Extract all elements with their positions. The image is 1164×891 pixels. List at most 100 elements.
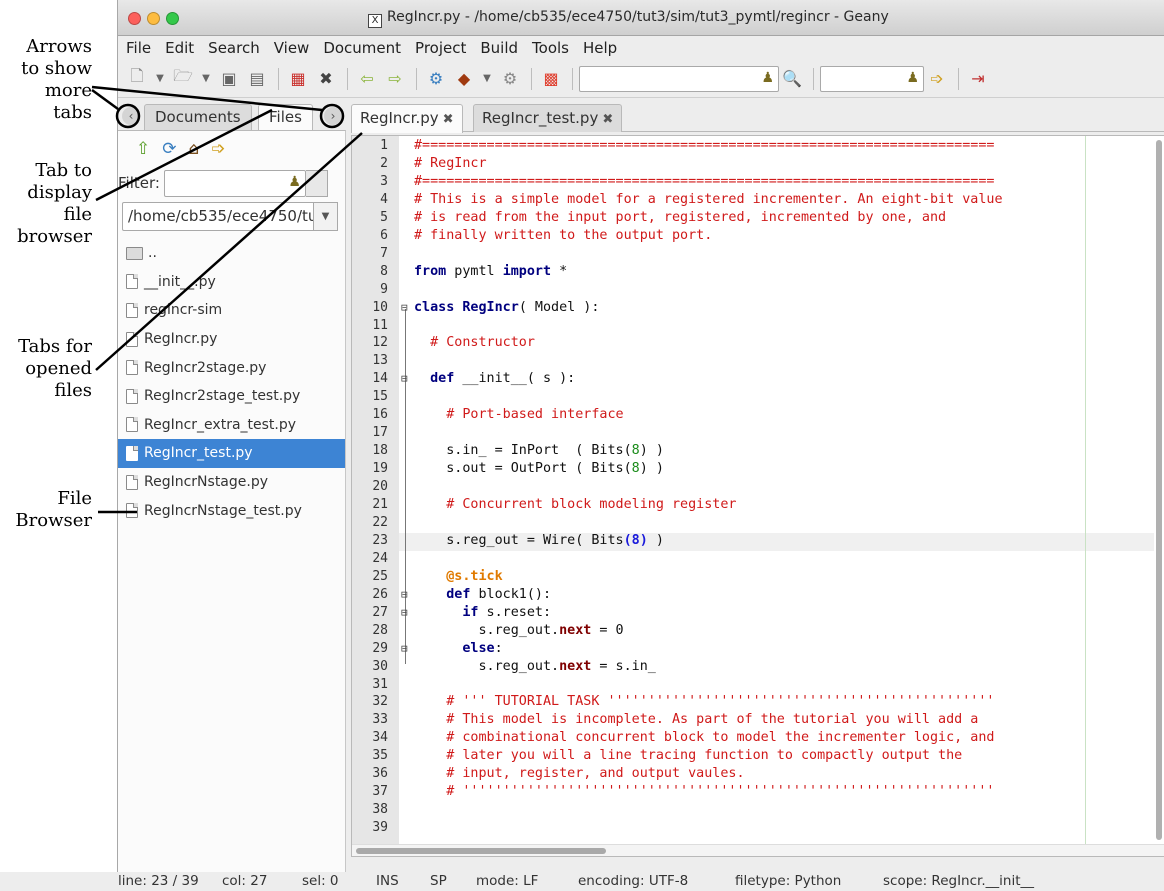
chevron-down-icon[interactable]: ▼: [479, 66, 495, 92]
menu-edit[interactable]: Edit: [165, 39, 194, 57]
menu-bar: File Edit Search View Document Project B…: [118, 36, 1164, 60]
goto-line-icon[interactable]: ➩: [924, 66, 950, 92]
chevron-down-icon[interactable]: ▼: [152, 66, 168, 92]
revert-icon[interactable]: ▦: [285, 66, 311, 92]
execute-icon[interactable]: ⚙: [497, 66, 523, 92]
toolbar-separator: [416, 67, 417, 90]
line-number: 23: [372, 532, 388, 548]
line-number: 31: [372, 676, 388, 692]
annotation-line: Browser: [15, 510, 92, 531]
path-combo[interactable]: /home/cb535/ece4750/tut3/sim/tut3_pymtl/…: [122, 201, 314, 231]
file-icon: [126, 474, 138, 490]
horizontal-scrollbar[interactable]: [352, 844, 1164, 856]
chevron-down-icon[interactable]: ▼: [198, 66, 214, 92]
status-mode: mode: LF: [476, 873, 539, 889]
home-icon[interactable]: ⌂: [189, 139, 200, 159]
file-list-item[interactable]: RegIncr2stage.py: [118, 353, 345, 382]
file-list-item[interactable]: RegIncr2stage_test.py: [118, 382, 345, 411]
save-icon[interactable]: ▣: [216, 66, 242, 92]
file-list-item[interactable]: RegIncr_extra_test.py: [118, 411, 345, 440]
annotation-line: display: [27, 182, 92, 203]
code-line: if s.reset:: [462, 604, 552, 620]
sidebar-tabs: ‹ Documents Files ›: [118, 100, 346, 130]
file-list-item[interactable]: RegIncrNstage_test.py: [118, 496, 345, 525]
go-up-icon[interactable]: ⇧: [136, 139, 150, 159]
navigate-forward-icon[interactable]: ⇨: [382, 66, 408, 92]
line-number: 25: [372, 568, 388, 584]
fold-toggle-icon[interactable]: ⊟: [401, 371, 411, 386]
filter-button[interactable]: [305, 169, 328, 197]
file-list-item[interactable]: ..: [118, 239, 345, 268]
line-number: 12: [372, 335, 388, 351]
vertical-scrollbar[interactable]: [1154, 136, 1164, 856]
file-list-item[interactable]: __init__.py: [118, 268, 345, 297]
set-path-icon[interactable]: ➩: [211, 139, 225, 159]
save-all-icon[interactable]: ▤: [244, 66, 270, 92]
file-name: RegIncr2stage.py: [144, 359, 267, 376]
scroll-thumb[interactable]: [356, 848, 606, 854]
menu-view[interactable]: View: [274, 39, 310, 57]
close-tab-icon[interactable]: ✖: [443, 112, 454, 127]
code-editor[interactable]: 1 2 3 4 5 6 7 8 9 10 11 12 13 14 15 16 17 18 19 20 21 22 23 24 2…: [351, 135, 1164, 857]
file-icon: [126, 302, 138, 318]
annotation-line: Arrows: [26, 36, 92, 57]
minimize-window-button[interactable]: [147, 12, 160, 25]
refresh-icon[interactable]: ⟳: [162, 139, 176, 159]
fold-toggle-icon[interactable]: ⊟: [401, 587, 411, 602]
compile-icon[interactable]: ⚙: [423, 66, 449, 92]
chevron-down-icon[interactable]: ▼: [314, 201, 338, 231]
quit-icon[interactable]: ⇥: [965, 66, 991, 92]
file-list-item[interactable]: RegIncr_test.py: [118, 439, 345, 468]
status-filetype: filetype: Python: [735, 873, 842, 889]
search-icon[interactable]: 🔍: [779, 66, 805, 92]
tab-scroll-right-icon[interactable]: ›: [324, 107, 342, 125]
code-line: def block1():: [446, 586, 552, 602]
open-folder-icon[interactable]: 🗁: [170, 66, 196, 92]
menu-document[interactable]: Document: [323, 39, 401, 57]
tab-scroll-left-icon[interactable]: ‹: [122, 107, 140, 125]
zoom-window-button[interactable]: [166, 12, 179, 25]
code-line: from pymtl import *: [414, 263, 568, 279]
menu-build[interactable]: Build: [480, 39, 518, 57]
status-sp: SP: [430, 873, 447, 889]
menu-project[interactable]: Project: [415, 39, 466, 57]
menu-search[interactable]: Search: [208, 39, 260, 57]
clear-icon[interactable]: ♟: [906, 70, 919, 86]
close-window-button[interactable]: [128, 12, 141, 25]
code-line: # Constructor: [430, 335, 535, 351]
toolbar-separator: [531, 67, 532, 90]
file-name: __init__.py: [144, 273, 216, 290]
fold-toggle-icon[interactable]: ⊟: [401, 641, 411, 656]
tab-documents[interactable]: Documents: [144, 104, 252, 130]
search-input[interactable]: ♟: [579, 65, 779, 92]
line-number: 20: [372, 479, 388, 495]
filter-input[interactable]: ♟: [163, 169, 306, 197]
close-icon[interactable]: ✖: [313, 66, 339, 92]
navigate-back-icon[interactable]: ⇦: [354, 66, 380, 92]
color-chooser-icon[interactable]: ▩: [538, 66, 564, 92]
menu-help[interactable]: Help: [583, 39, 617, 57]
file-list-item[interactable]: regincr-sim: [118, 296, 345, 325]
scroll-thumb[interactable]: [1156, 140, 1162, 840]
editor-tab[interactable]: RegIncr.py ✖: [351, 104, 463, 133]
menu-file[interactable]: File: [126, 39, 151, 57]
fold-toggle-icon[interactable]: ⊟: [401, 300, 411, 315]
build-icon[interactable]: ◆: [451, 66, 477, 92]
clear-icon[interactable]: ♟: [761, 70, 774, 86]
new-file-icon[interactable]: 🗋: [124, 66, 150, 92]
clear-icon[interactable]: ♟: [288, 174, 301, 190]
line-number: 36: [372, 766, 388, 782]
editor-tab[interactable]: RegIncr_test.py ✖: [473, 104, 623, 132]
line-number: 17: [372, 425, 388, 441]
fold-toggle-icon[interactable]: ⊟: [401, 605, 411, 620]
annotation-line: File: [57, 488, 92, 509]
tab-files[interactable]: Files: [258, 104, 313, 130]
menu-tools[interactable]: Tools: [532, 39, 569, 57]
code-line: #=======================================…: [414, 173, 995, 189]
file-list-item[interactable]: RegIncrNstage.py: [118, 468, 345, 497]
close-tab-icon[interactable]: ✖: [602, 112, 613, 127]
code-line: s.reg_out = Wire( Bits(8) ): [414, 532, 664, 548]
code-line: # This is a simple model for a registere…: [414, 191, 1003, 207]
goto-line-input[interactable]: ♟: [820, 65, 924, 92]
file-list-item[interactable]: RegIncr.py: [118, 325, 345, 354]
